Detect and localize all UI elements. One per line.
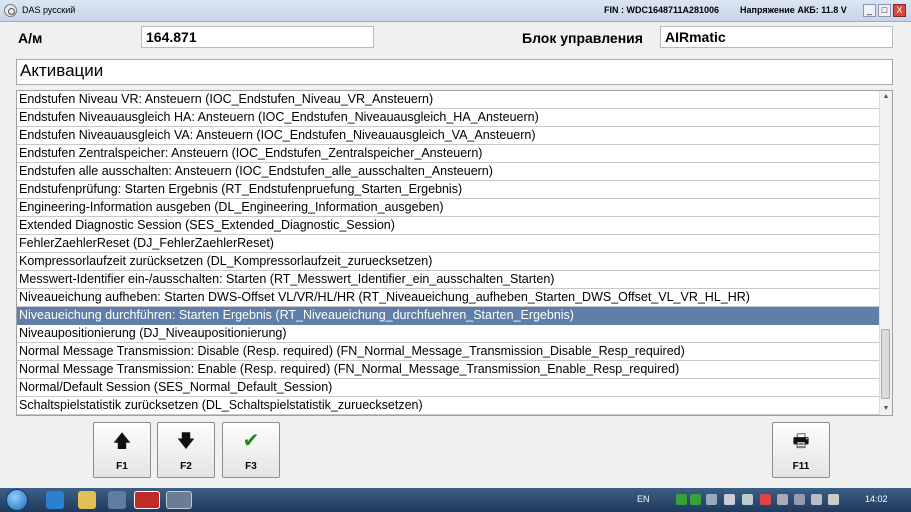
list-item[interactable]: Endstufen Zentralspeicher: Ansteuern (IO… bbox=[17, 145, 881, 163]
minimize-button[interactable]: _ bbox=[863, 4, 876, 17]
control-unit-field: AIRmatic bbox=[660, 26, 893, 48]
das-app-icon[interactable] bbox=[134, 491, 160, 509]
list-item[interactable]: FehlerZaehlerReset (DJ_FehlerZaehlerRese… bbox=[17, 235, 881, 253]
tray-network-icon[interactable] bbox=[706, 494, 717, 505]
windows-taskbar: EN 14:02 bbox=[0, 488, 911, 512]
f11-label: F11 bbox=[792, 461, 810, 472]
section-title: Активации bbox=[16, 59, 893, 85]
list-item[interactable]: Endstufen Niveauausgleich HA: Ansteuern … bbox=[17, 109, 881, 127]
maximize-button[interactable]: □ bbox=[878, 4, 891, 17]
list-item[interactable]: Normal/Default Session (SES_Normal_Defau… bbox=[17, 379, 881, 397]
list-item[interactable]: Endstufenprüfung: Starten Ergebnis (RT_E… bbox=[17, 181, 881, 199]
scroll-up-icon[interactable]: ▲ bbox=[880, 91, 892, 103]
list-item[interactable]: Kompressorlaufzeit zurücksetzen (DL_Komp… bbox=[17, 253, 881, 271]
arrow-down-icon: 🡇 bbox=[176, 431, 196, 451]
list-item[interactable]: Engineering-Information ausgeben (DL_Eng… bbox=[17, 199, 881, 217]
activation-list[interactable]: Endstufen Niveau VR: Ansteuern (IOC_Ends… bbox=[16, 90, 893, 416]
tray-green-icon-2[interactable] bbox=[690, 494, 701, 505]
internet-explorer-icon[interactable] bbox=[46, 491, 64, 509]
list-item[interactable]: Endstufen Niveauausgleich VA: Ansteuern … bbox=[17, 127, 881, 145]
title-bar: DAS русский FIN : WDC1648711A281006 Напр… bbox=[0, 0, 911, 22]
f1-label: F1 bbox=[116, 461, 128, 472]
tray-printer-icon[interactable] bbox=[724, 494, 735, 505]
list-item[interactable]: Endstufen alle ausschalten: Ansteuern (I… bbox=[17, 163, 881, 181]
start-button[interactable] bbox=[6, 489, 28, 511]
battery-voltage-readout: Напряжение АКБ: 11.8 V bbox=[740, 5, 847, 15]
tray-volume-icon[interactable] bbox=[811, 494, 822, 505]
list-item[interactable]: Niveaueichung durchführen: Starten Ergeb… bbox=[17, 307, 881, 325]
f2-down-button[interactable]: 🡇 F2 bbox=[157, 422, 215, 478]
folder-icon[interactable] bbox=[78, 491, 96, 509]
tray-alert-icon[interactable] bbox=[760, 494, 771, 505]
f11-print-button[interactable]: 🖶 F11 bbox=[772, 422, 830, 478]
scroll-down-icon[interactable]: ▼ bbox=[880, 403, 892, 415]
tray-device-icon[interactable] bbox=[742, 494, 753, 505]
checkmark-icon: ✔ bbox=[242, 430, 260, 452]
close-button[interactable]: X bbox=[893, 4, 906, 17]
language-indicator[interactable]: EN bbox=[637, 494, 650, 504]
vehicle-label: А/м bbox=[18, 30, 43, 46]
f3-confirm-button[interactable]: ✔ F3 bbox=[222, 422, 280, 478]
list-item[interactable]: Normal Message Transmission: Enable (Res… bbox=[17, 361, 881, 379]
tray-speaker-icon[interactable] bbox=[828, 494, 839, 505]
list-item[interactable]: Niveaueichung aufheben: Starten DWS-Offs… bbox=[17, 289, 881, 307]
arrow-up-icon: 🡅 bbox=[112, 431, 132, 451]
clock[interactable]: 14:02 bbox=[865, 494, 888, 504]
tray-monitor-icon[interactable] bbox=[794, 494, 805, 505]
list-scrollbar[interactable]: ▲ ▼ bbox=[879, 91, 892, 415]
list-item[interactable]: Messwert-Identifier ein-/ausschalten: St… bbox=[17, 271, 881, 289]
media-icon[interactable] bbox=[108, 491, 126, 509]
tool-app-icon[interactable] bbox=[166, 491, 192, 509]
scroll-thumb[interactable] bbox=[881, 329, 890, 399]
f1-up-button[interactable]: 🡅 F1 bbox=[93, 422, 151, 478]
f2-label: F2 bbox=[180, 461, 192, 472]
printer-icon: 🖶 bbox=[792, 431, 810, 451]
control-unit-label: Блок управления bbox=[522, 30, 643, 46]
list-item[interactable]: Niveaupositionierung (DJ_Niveaupositioni… bbox=[17, 325, 881, 343]
f3-label: F3 bbox=[245, 461, 257, 472]
fin-readout: FIN : WDC1648711A281006 bbox=[604, 5, 720, 15]
window-title: DAS русский bbox=[22, 5, 76, 15]
list-item[interactable]: Normal Message Transmission: Disable (Re… bbox=[17, 343, 881, 361]
vehicle-model-field: 164.871 bbox=[141, 26, 374, 48]
list-item[interactable]: Endstufen Niveau VR: Ansteuern (IOC_Ends… bbox=[17, 91, 881, 109]
list-item[interactable]: Extended Diagnostic Session (SES_Extende… bbox=[17, 217, 881, 235]
tray-green-icon[interactable] bbox=[676, 494, 687, 505]
mercedes-star-icon bbox=[4, 4, 17, 17]
list-item[interactable]: Schaltspielstatistik zurücksetzen (DL_Sc… bbox=[17, 397, 881, 415]
tray-flag-icon[interactable] bbox=[777, 494, 788, 505]
